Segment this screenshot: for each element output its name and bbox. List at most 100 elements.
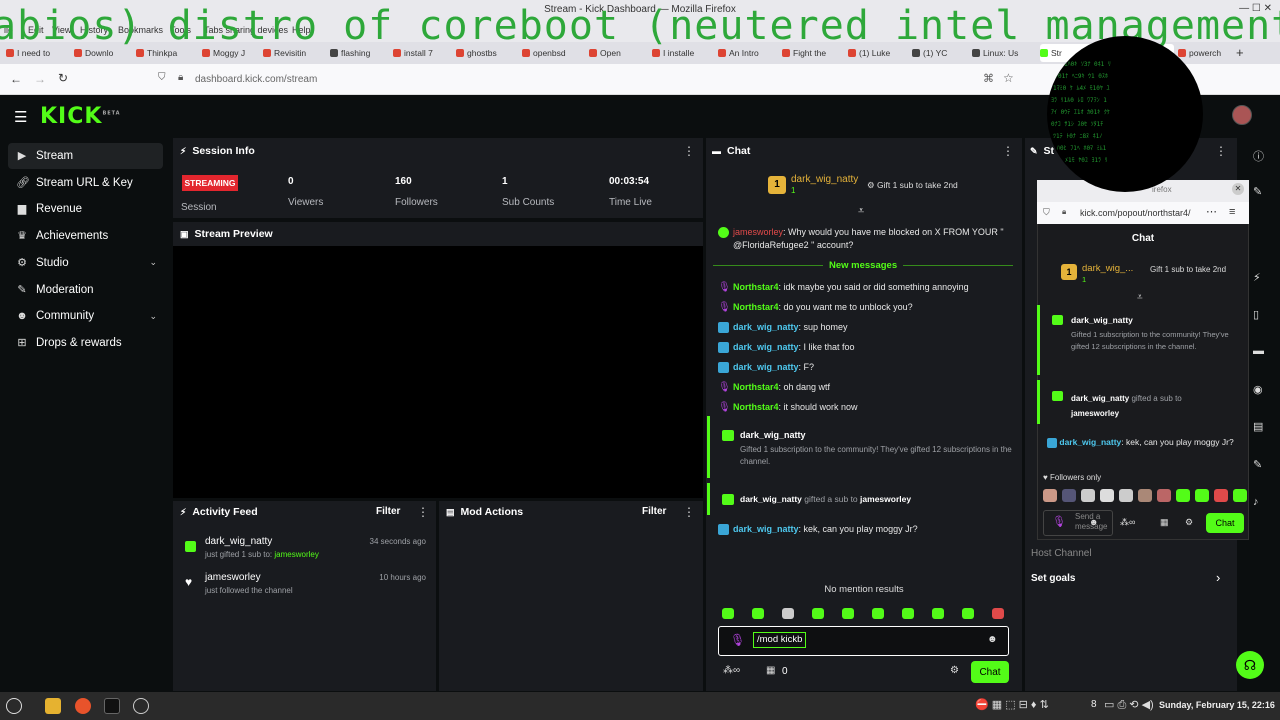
chevron-down-icon[interactable]: ⌄	[149, 257, 157, 268]
emoji-icon[interactable]: ☻	[987, 634, 998, 645]
edit-icon[interactable]: ✎	[1253, 185, 1262, 198]
chat-username[interactable]: Northstar4	[733, 402, 779, 412]
url-field[interactable]: dashboard.kick.com/stream	[195, 74, 317, 85]
popout-url[interactable]: kick.com/popout/northstar4/	[1080, 208, 1191, 218]
session-menu-icon[interactable]: ⋮	[683, 144, 695, 158]
chevron-down-icon[interactable]: ⌄	[149, 311, 157, 322]
obs-icon[interactable]	[133, 698, 149, 714]
reload-icon[interactable]: ↻	[58, 71, 68, 85]
chat-menu-icon[interactable]: ⋮	[1002, 144, 1014, 158]
popout-users-icon[interactable]: ⁂∞	[1120, 517, 1135, 528]
popout-emote-icon[interactable]	[1157, 489, 1171, 502]
expand-pinned-icon[interactable]: ⩡	[858, 205, 864, 218]
clock[interactable]: Sunday, February 15, 22:16	[1159, 700, 1275, 710]
lock-icon[interactable]: 🔒︎	[178, 72, 183, 83]
popout-close-icon[interactable]: ✕	[1232, 183, 1244, 195]
shield-icon[interactable]: ⛉	[158, 72, 166, 83]
host-channel-label[interactable]: Host Channel	[1031, 548, 1092, 559]
stream-preview-video[interactable]	[173, 246, 703, 498]
popout-gift-target[interactable]: jamesworley	[1071, 409, 1119, 418]
tray-icons[interactable]: ⛔ ▦ ⬚ ⊟ ♦ ⇅	[975, 698, 1049, 711]
set-goals-link[interactable]: Set goals	[1031, 573, 1075, 584]
emote-icon[interactable]	[902, 608, 914, 619]
hamburger-menu-icon[interactable]: ☰	[14, 108, 27, 126]
popout-more-icon[interactable]: ⋯	[1206, 205, 1217, 218]
popout-emote-icon[interactable]	[1214, 489, 1228, 502]
popout-mic-icon[interactable]: 🎙︎	[1052, 515, 1066, 528]
chat-username[interactable]: Northstar4	[733, 302, 779, 312]
tray-icons-2[interactable]: ▭ ⎙ ⟲ ◀︎)	[1104, 698, 1154, 712]
popout-emote-icon[interactable]	[1081, 489, 1095, 502]
layout-icon[interactable]: ▤	[1253, 420, 1263, 433]
popout-gift-user[interactable]: dark_wig_natty	[1071, 394, 1129, 403]
chat-username[interactable]: dark_wig_natty	[733, 362, 799, 372]
sidebar-item-revenue[interactable]: ▆ Revenue	[8, 196, 163, 222]
sidebar-item-stream[interactable]: ▶ Stream	[8, 143, 163, 169]
popout-emote-icon[interactable]	[1195, 489, 1209, 502]
popout-gift-prompt[interactable]: Gift 1 sub to take 2nd	[1150, 265, 1230, 274]
activity-menu-icon[interactable]: ⋮	[417, 505, 429, 519]
terminal-icon[interactable]	[104, 698, 120, 714]
emote-icon[interactable]	[962, 608, 974, 619]
popout-emote-icon[interactable]	[1043, 489, 1057, 502]
sidebar-item-moderation[interactable]: ✎ Moderation	[8, 277, 163, 303]
headset-icon[interactable]: ♪	[1253, 496, 1259, 508]
emote-icon[interactable]	[752, 608, 764, 619]
popout-chat-button[interactable]: Chat	[1206, 513, 1244, 533]
sidebar-item-drops-rewards[interactable]: ⊞ Drops & rewards	[8, 330, 163, 356]
popout-event-user[interactable]: dark_wig_natty	[1071, 315, 1133, 325]
sidebar-item-stream-url-key[interactable]: 🔗︎ Stream URL & Key	[8, 170, 163, 196]
store-icon[interactable]: ▦	[766, 665, 775, 676]
popout-emoji-icon[interactable]: ☻	[1089, 517, 1098, 527]
info-icon[interactable]: ⓘ	[1253, 148, 1264, 164]
emote-icon[interactable]	[992, 608, 1004, 619]
kick-logo[interactable]: KICKBETA	[40, 104, 121, 129]
chat-username[interactable]: jamesworley	[733, 227, 783, 237]
help-icon[interactable]: ☊	[1236, 651, 1264, 679]
popout-emote-icon[interactable]	[1062, 489, 1076, 502]
mod-filter-button[interactable]: Filter	[642, 506, 666, 517]
translate-icon[interactable]: ⌘	[983, 72, 994, 85]
popout-emote-icon[interactable]	[1176, 489, 1190, 502]
start-menu-icon[interactable]	[6, 698, 22, 714]
back-icon[interactable]: ←	[10, 72, 22, 86]
broadcast-icon[interactable]: ◉	[1253, 383, 1263, 396]
popout-settings-icon[interactable]: ⚙︎	[1185, 517, 1193, 528]
popout-emote-icon[interactable]	[1138, 489, 1152, 502]
right-panel-menu-icon[interactable]: ⋮	[1215, 144, 1227, 158]
chat-input[interactable]: /mod kickb	[753, 632, 807, 648]
emote-icon[interactable]	[842, 608, 854, 619]
mod-menu-icon[interactable]: ⋮	[683, 505, 695, 519]
firefox-icon[interactable]	[75, 698, 91, 714]
gifted-sub-user[interactable]: dark_wig_natty	[740, 494, 802, 504]
chat-username[interactable]: Northstar4	[733, 382, 779, 392]
mic-icon[interactable]: 🎙︎	[730, 633, 745, 647]
emote-icon[interactable]	[872, 608, 884, 619]
popout-msg-user[interactable]: dark_wig_natty	[1059, 437, 1121, 447]
chevron-right-icon[interactable]: ›	[1216, 570, 1220, 585]
popout-emote-icon[interactable]	[1119, 489, 1133, 502]
sidebar-item-achievements[interactable]: ♛ Achievements	[8, 223, 163, 249]
chat-username[interactable]: dark_wig_natty	[733, 342, 799, 352]
gift-sub-prompt[interactable]: ⚙︎ Gift 1 sub to take 2nd	[867, 180, 958, 191]
gift-event-user[interactable]: dark_wig_natty	[740, 430, 806, 440]
sidebar-item-community[interactable]: ☻ Community ⌄	[8, 303, 163, 329]
activity-user[interactable]: jamesworley	[205, 572, 261, 583]
chat-settings-icon[interactable]: ⚙︎	[950, 665, 959, 676]
file-icon[interactable]: ▯	[1253, 308, 1259, 321]
chat-username[interactable]: dark_wig_natty	[733, 524, 799, 534]
comment-icon[interactable]: ▬	[1253, 345, 1264, 357]
chat-username[interactable]: Northstar4	[733, 282, 779, 292]
emote-icon[interactable]	[812, 608, 824, 619]
forward-icon[interactable]: →	[34, 72, 46, 86]
emote-icon[interactable]	[932, 608, 944, 619]
popout-pinned-user[interactable]: dark_wig_...	[1082, 263, 1133, 274]
popout-menu-icon[interactable]: ≡	[1229, 206, 1235, 218]
files-icon[interactable]	[45, 698, 61, 714]
tool-icon[interactable]: ✎	[1253, 458, 1262, 471]
bookmark-star-icon[interactable]: ☆	[1003, 71, 1014, 85]
popout-expand-icon[interactable]: ⩡	[1137, 292, 1143, 303]
popout-emote-icon[interactable]	[1100, 489, 1114, 502]
activity-user[interactable]: dark_wig_natty	[205, 536, 272, 547]
chat-username[interactable]: dark_wig_natty	[733, 322, 799, 332]
